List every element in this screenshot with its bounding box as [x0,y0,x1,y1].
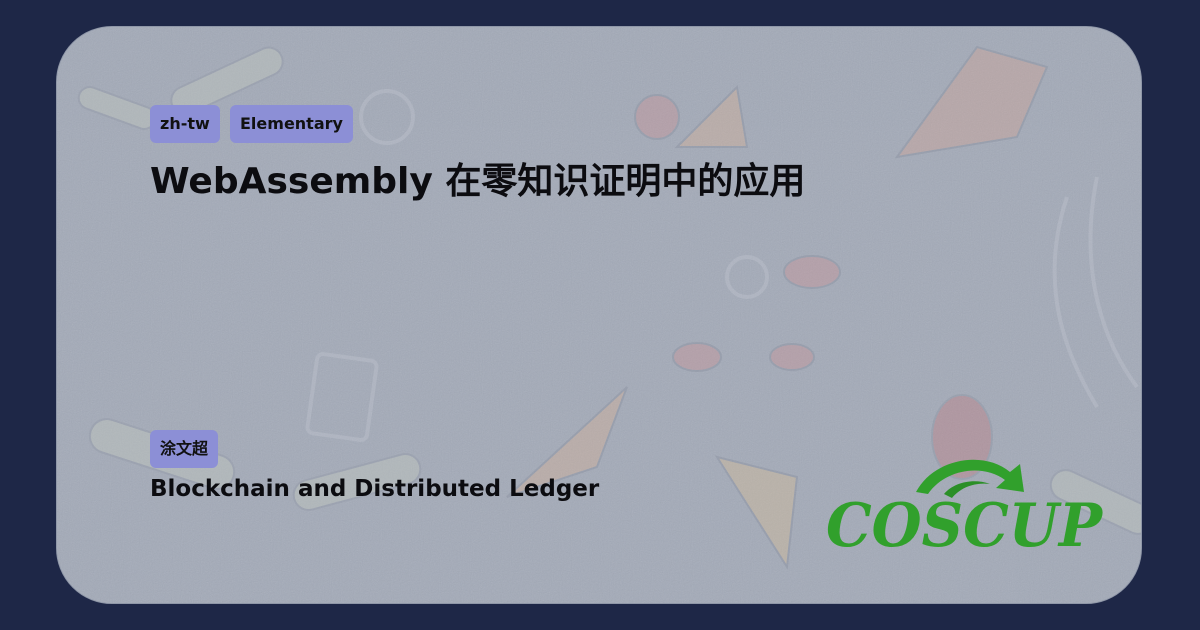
og-image: zh-tw Elementary WebAssembly 在零知识证明中的应用 … [0,0,1200,630]
speaker-tag: 涂文超 [150,430,219,468]
level-tag: Elementary [230,105,353,143]
talk-title: WebAssembly 在零知识证明中的应用 [150,161,806,202]
track-name: Blockchain and Distributed Ledger [150,476,600,502]
coscup-logo-text: COSCUP [826,491,1104,561]
language-tag: zh-tw [150,105,220,143]
coscup-logo: COSCUP [826,459,1104,561]
